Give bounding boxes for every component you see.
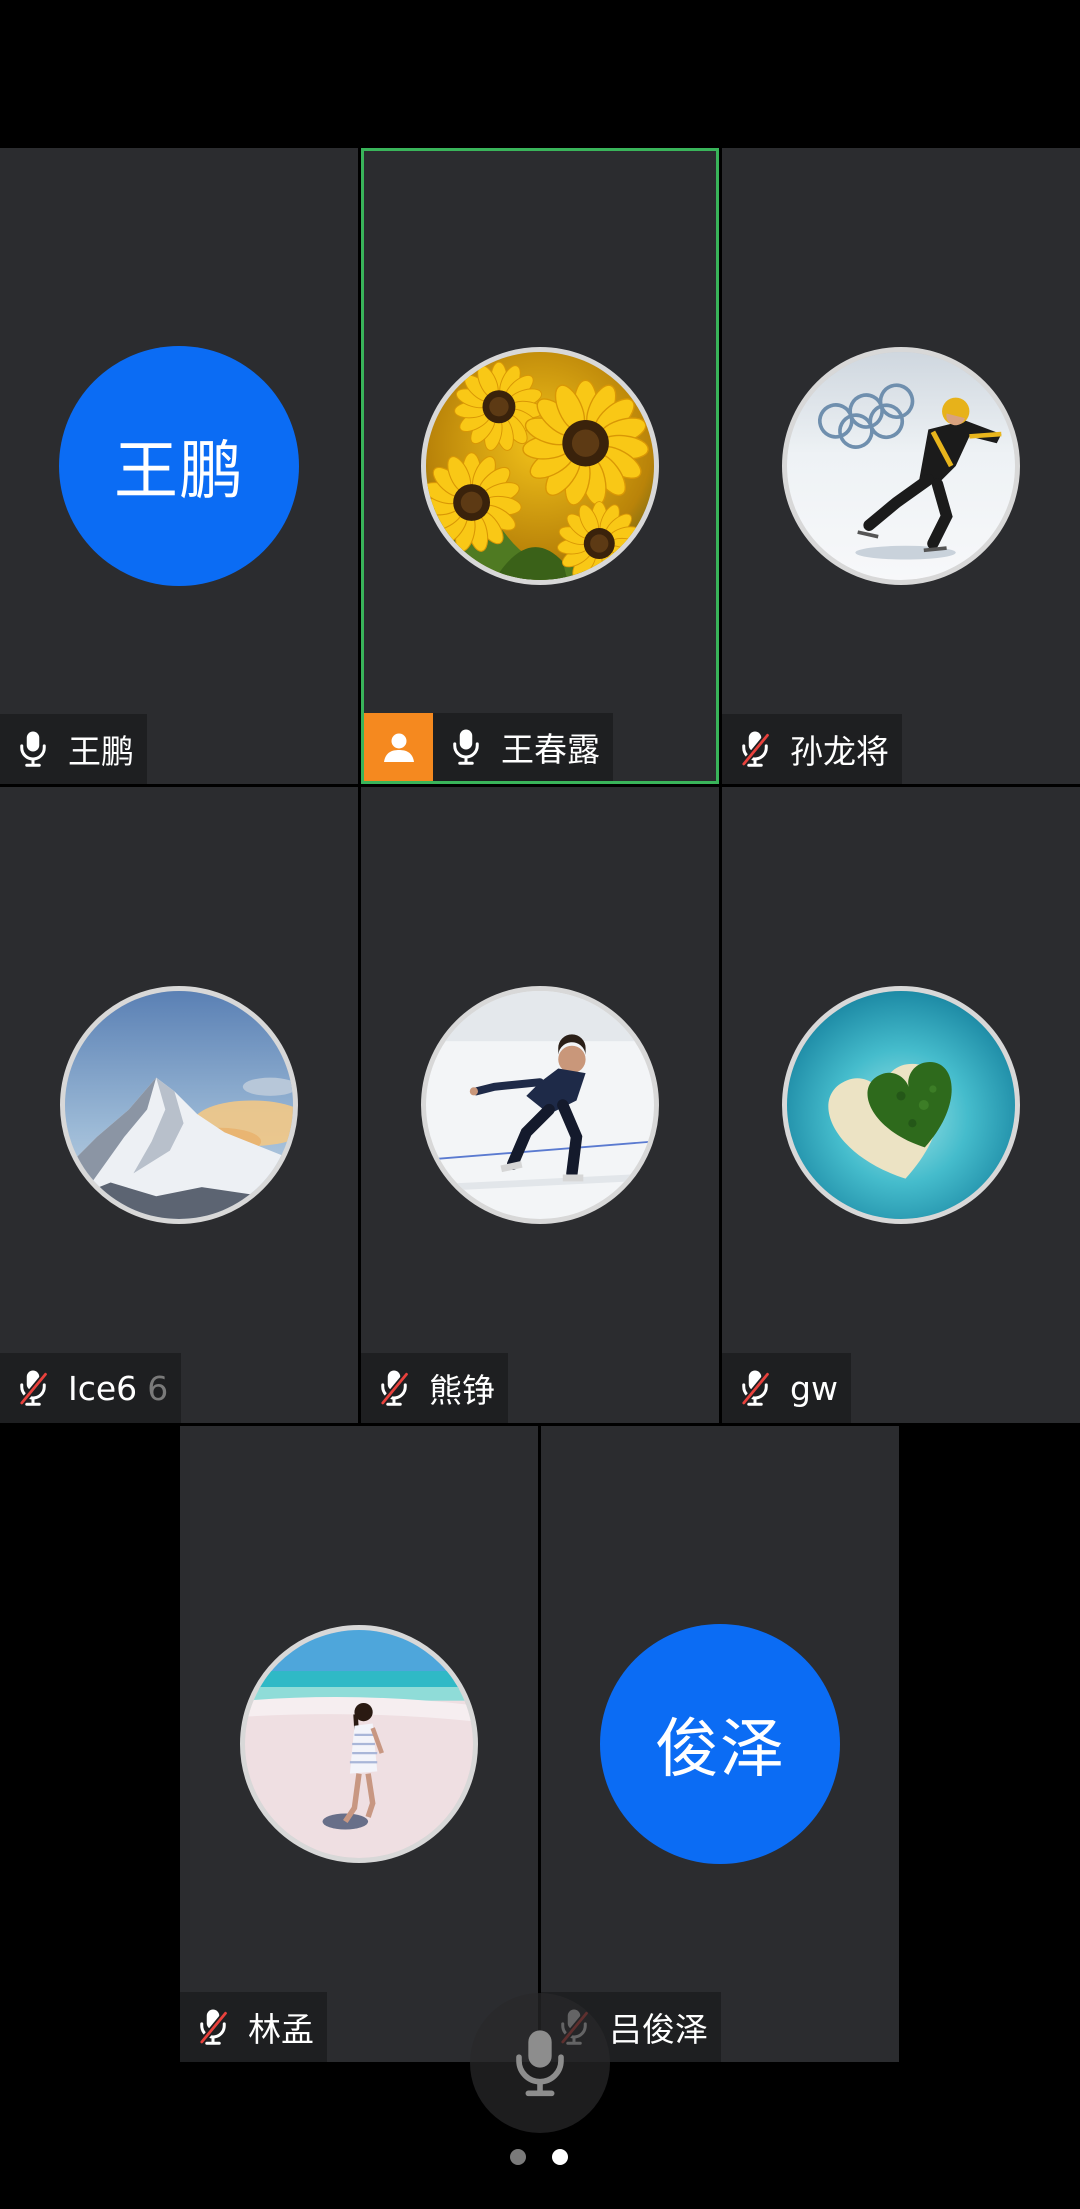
participant-tile[interactable]: Ice6 6: [0, 787, 358, 1423]
name-label: 熊铮: [361, 1353, 508, 1423]
microphone-icon: [512, 2027, 568, 2099]
avatar-initials: 俊泽: [655, 1713, 785, 1787]
participant-name: 王鹏: [68, 732, 134, 771]
participant-name: Ice6: [68, 1368, 138, 1408]
avatar-photo: [60, 986, 298, 1224]
microphone-button[interactable]: [470, 1993, 610, 2133]
name-label: 林孟: [180, 1992, 327, 2062]
participant-tile[interactable]: 孙龙将: [722, 148, 1080, 784]
page-dot[interactable]: [510, 2149, 526, 2165]
name-label: gw: [722, 1353, 851, 1423]
participant-name-overflow: 6: [147, 1368, 169, 1408]
name-label: 王春露: [364, 713, 613, 781]
person-icon: [383, 733, 414, 762]
participant-name: 林孟: [248, 2010, 314, 2049]
avatar-photo: [240, 1625, 478, 1863]
name-label: Ice6 6: [0, 1353, 182, 1423]
microphone-icon: [453, 728, 479, 765]
microphone-muted-icon: [740, 730, 770, 768]
avatar-photo: [782, 347, 1020, 585]
participant-tile[interactable]: 王春露: [361, 148, 719, 784]
participant-tile[interactable]: 熊铮: [361, 787, 719, 1423]
microphone-muted-icon: [740, 1369, 770, 1407]
participant-name: 熊铮: [429, 1371, 495, 1410]
participant-tile[interactable]: gw: [722, 787, 1080, 1423]
microphone-muted-icon: [198, 2008, 228, 2046]
participant-tile[interactable]: 俊泽 吕俊泽: [541, 1426, 899, 2062]
person-badge: [364, 713, 433, 781]
participant-name: 吕俊泽: [609, 2010, 708, 2049]
avatar: 俊泽: [600, 1624, 840, 1864]
name-label: 孙龙将: [722, 714, 902, 784]
participant-name: gw: [790, 1368, 838, 1408]
microphone-muted-icon: [379, 1369, 409, 1407]
participant-tile[interactable]: 林孟: [180, 1426, 538, 2062]
participant-name: 孙龙将: [790, 732, 889, 771]
page-indicator: [0, 2149, 1080, 2165]
name-label: 王鹏: [0, 714, 147, 784]
avatar-photo: [782, 986, 1020, 1224]
participant-name: 王春露: [501, 730, 600, 769]
microphone-icon: [20, 730, 46, 767]
microphone-muted-icon: [18, 1369, 48, 1407]
avatar-photo: [421, 347, 659, 585]
page-dot[interactable]: [552, 2149, 568, 2165]
avatar-initials: 王鹏: [114, 435, 244, 509]
avatar: 王鹏: [59, 346, 299, 586]
participant-tile[interactable]: 王鹏 王鹏: [0, 148, 358, 784]
avatar-photo: [421, 986, 659, 1224]
